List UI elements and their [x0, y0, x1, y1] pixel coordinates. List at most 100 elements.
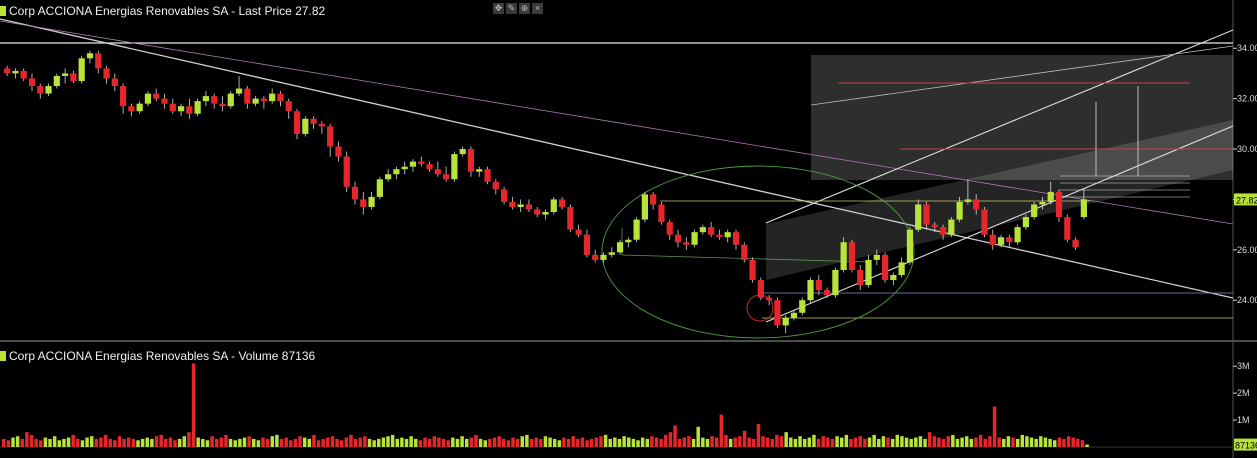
volume-tick-label: 1M [1237, 415, 1250, 425]
volume-bar [969, 438, 974, 447]
volume-bar [1034, 438, 1038, 447]
volume-bar [650, 436, 654, 447]
close-icon[interactable]: × [532, 3, 543, 14]
candle-down [683, 242, 690, 245]
drawing-tools-layer[interactable] [0, 18, 1234, 339]
candle-down [161, 98, 168, 104]
candle-down [558, 199, 566, 207]
volume-bar [599, 436, 603, 447]
candle-up [807, 280, 814, 301]
volume-bar [94, 438, 99, 447]
volume-bar [57, 440, 62, 447]
volume-bar [52, 436, 57, 447]
candle-down [335, 146, 342, 157]
volume-bar [548, 437, 552, 447]
candle-down [169, 103, 176, 112]
volume-bar [29, 434, 34, 447]
candle-up [865, 259, 872, 286]
volume-bar [654, 437, 659, 447]
candle-down [500, 189, 508, 202]
candle-down [766, 297, 773, 301]
volume-bar [775, 434, 779, 447]
volume-bar [117, 436, 122, 447]
candle-up [451, 154, 458, 180]
volume-bar [451, 437, 455, 447]
volume-bar [821, 436, 825, 447]
candle-up [235, 88, 243, 94]
volume-bar [390, 434, 395, 447]
volume-bar [377, 438, 381, 447]
volume-bar [168, 437, 173, 447]
candle-down [708, 227, 715, 235]
volume-bar [659, 438, 663, 447]
volume-bar [640, 437, 645, 447]
candle-up [385, 174, 392, 180]
candle-down [128, 106, 135, 112]
volume-bar [242, 437, 247, 447]
volume-bar [738, 436, 742, 447]
candle-up [1022, 217, 1029, 228]
volume-bar [677, 438, 682, 447]
volume-bar [566, 438, 571, 447]
candle-down [186, 106, 193, 114]
volume-bar [150, 438, 154, 447]
move-icon[interactable]: ✥ [493, 3, 504, 14]
candle-down [815, 280, 822, 291]
volume-bar [867, 437, 872, 447]
volume-bar [1039, 436, 1043, 447]
volume-bar [520, 436, 525, 447]
candle-down [674, 234, 682, 243]
zoom-icon[interactable]: ⊕ [519, 3, 530, 14]
volume-bar [853, 437, 858, 447]
volume-bar [219, 437, 224, 447]
price-tick-label: 26.00 [1237, 245, 1257, 255]
candle-up [45, 86, 52, 94]
candle-up [790, 312, 798, 318]
volume-bar [529, 438, 534, 447]
volume-bar [298, 436, 302, 447]
candle-down [509, 201, 516, 207]
volume-bar [756, 424, 761, 447]
volume-bar [488, 438, 492, 447]
volume-bar [515, 438, 520, 447]
candle-up [1080, 199, 1087, 218]
volume-bar [858, 436, 862, 447]
candle-up [799, 300, 806, 313]
volume-bar [691, 438, 696, 447]
candle-up [476, 169, 483, 172]
volume-bar [525, 434, 529, 447]
volume-bar [441, 438, 446, 447]
candle-down [211, 96, 218, 104]
volume-bar [983, 438, 987, 447]
candle-up [898, 262, 905, 276]
volume-bar [895, 434, 900, 447]
candle-down [741, 244, 748, 260]
candle-down [277, 93, 284, 102]
candle-up [542, 212, 549, 215]
volume-bar [238, 438, 242, 447]
volume-bar [1076, 438, 1080, 447]
volume-bar [909, 438, 913, 447]
volume-bar [85, 437, 89, 447]
volume-bar [631, 438, 636, 447]
volume-bar [205, 440, 210, 447]
volume-bar [826, 437, 830, 447]
draw-icon[interactable]: ✎ [506, 3, 517, 14]
volume-bar [830, 438, 835, 447]
volume-bar [372, 440, 376, 447]
candle-down [70, 73, 77, 81]
candle-down [981, 209, 988, 235]
candle-up [948, 219, 955, 235]
price-tick-label: 30.00 [1237, 144, 1257, 154]
volume-bar [381, 437, 386, 447]
candle-up [840, 242, 847, 270]
candle-up [1047, 191, 1054, 202]
volume-bar [877, 438, 881, 447]
volume-bar [464, 438, 469, 447]
candle-up [997, 237, 1005, 245]
volume-bar [562, 437, 566, 447]
volume-bar [423, 437, 427, 447]
chart-toolbar: ✥ ✎ ⊕ × [493, 3, 543, 15]
candle-down [327, 126, 334, 147]
volume-bar [99, 437, 103, 447]
